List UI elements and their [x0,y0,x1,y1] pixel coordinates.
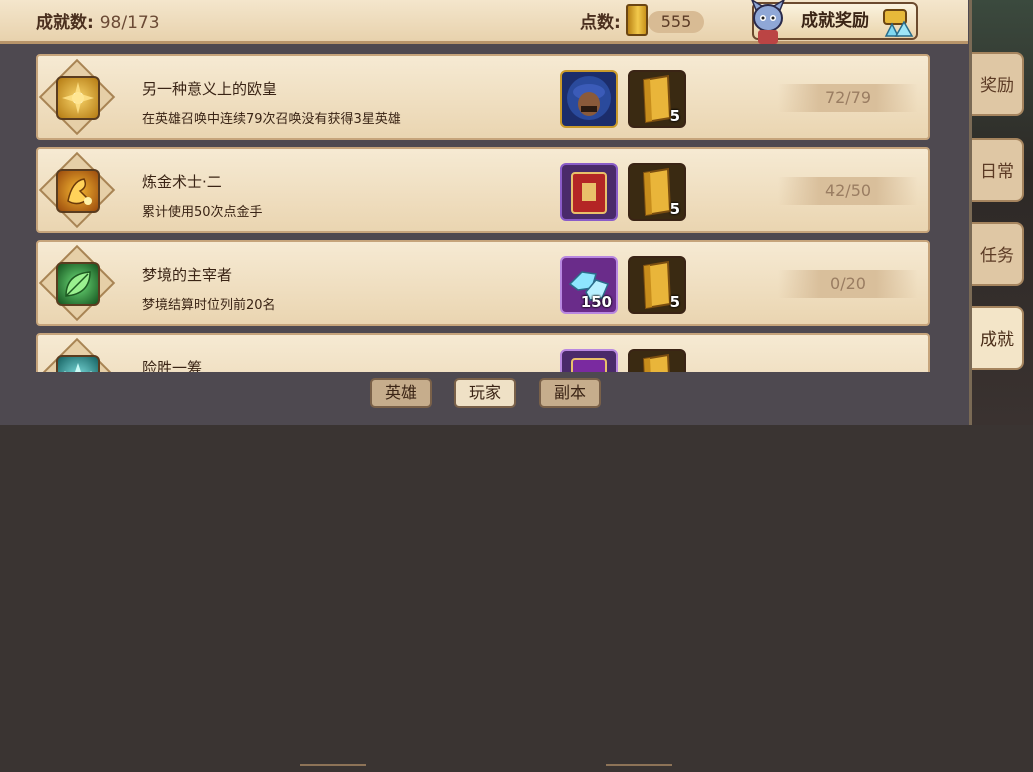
reward-item[interactable]: 5 [628,70,686,128]
tab-hero[interactable]: 英雄 [370,378,432,408]
achievement-card: 险胜一筹 [36,333,930,372]
hero-portrait-icon [567,76,611,120]
achievement-count-value: 98/173 [99,13,160,33]
tab-label: 英雄 [384,383,417,402]
teal-flower-icon [56,355,100,372]
achievement-card: 炼金术士·二 累计使用50次点金手 5 42/50 [36,147,930,233]
side-tab-rewards[interactable]: 奖励 [972,52,1024,116]
side-tab-label: 任务 [980,246,1014,266]
gold-book-icon [642,353,670,372]
achievement-progress: 0/20 [778,270,918,298]
achievement-count-label: 成就数: [36,13,94,33]
gold-book-icon [626,4,648,36]
points-value: 555 [648,11,704,33]
achievement-card: 梦境的主宰者 梦境结算时位列前20名 150 5 0/20 [36,240,930,326]
header-bar: 成就数: 98/173 点数: 555 成就奖励 [0,0,968,44]
reward-count: 150 [580,293,612,311]
reward-item[interactable]: 5 [628,163,686,221]
achievement-description: 在英雄召唤中连续79次召唤没有获得3星英雄 [142,112,401,127]
side-tab-daily[interactable]: 日常 [972,138,1024,202]
achievement-list[interactable]: 另一种意义上的欧皇 在英雄召唤中连续79次召唤没有获得3星英雄 5 72/79 [36,52,932,372]
achievement-title: 梦境的主宰者 [142,266,233,284]
purple-card-icon [571,358,607,372]
side-tab-label: 奖励 [980,76,1014,96]
achievement-progress: 72/79 [778,84,918,112]
side-tab-tasks[interactable]: 任务 [972,222,1024,286]
golden-hand-icon [56,169,100,213]
achievement-count: 成就数: 98/173 [36,8,160,33]
reward-item[interactable] [560,163,618,221]
tab-label: 副本 [553,383,586,402]
reward-count: 5 [669,200,680,218]
mascot-icon [751,0,785,44]
green-leaf-icon [56,262,100,306]
achievement-progress: 42/50 [778,177,918,205]
tab-dungeon[interactable]: 副本 [539,378,601,408]
side-tab-achievements[interactable]: 成就 [972,306,1024,370]
reward-item[interactable]: 150 [560,256,618,314]
reward-count: 5 [669,293,680,311]
achievement-title: 另一种意义上的欧皇 [142,80,278,98]
achievement-description: 梦境结算时位列前20名 [142,298,276,313]
achievement-card: 另一种意义上的欧皇 在英雄召唤中连续79次召唤没有获得3星英雄 5 72/79 [36,54,930,140]
tab-player[interactable]: 玩家 [454,378,516,408]
achievement-title: 险胜一筹 [142,359,203,372]
side-tab-label: 成就 [980,330,1014,350]
scroll-ornament [606,764,672,772]
scroll-ornament [300,764,366,772]
reward-item[interactable] [560,349,618,372]
red-card-icon [571,172,607,214]
side-tab-label: 日常 [980,162,1014,182]
achievement-title: 炼金术士·二 [142,173,222,191]
reward-item[interactable] [560,70,618,128]
tab-label: 玩家 [468,383,501,402]
reward-button-label: 成就奖励 [801,11,869,31]
golden-flower-icon [56,76,100,120]
reward-item[interactable] [628,349,686,372]
achievement-panel: 成就数: 98/173 点数: 555 成就奖励 另一种意义上的欧皇 在英雄召唤… [0,0,972,766]
gem-pile-icon [883,9,914,37]
reward-count: 5 [669,107,680,125]
achievement-description: 累计使用50次点金手 [142,205,263,220]
reward-item[interactable]: 5 [628,256,686,314]
points-label: 点数: [580,13,621,33]
